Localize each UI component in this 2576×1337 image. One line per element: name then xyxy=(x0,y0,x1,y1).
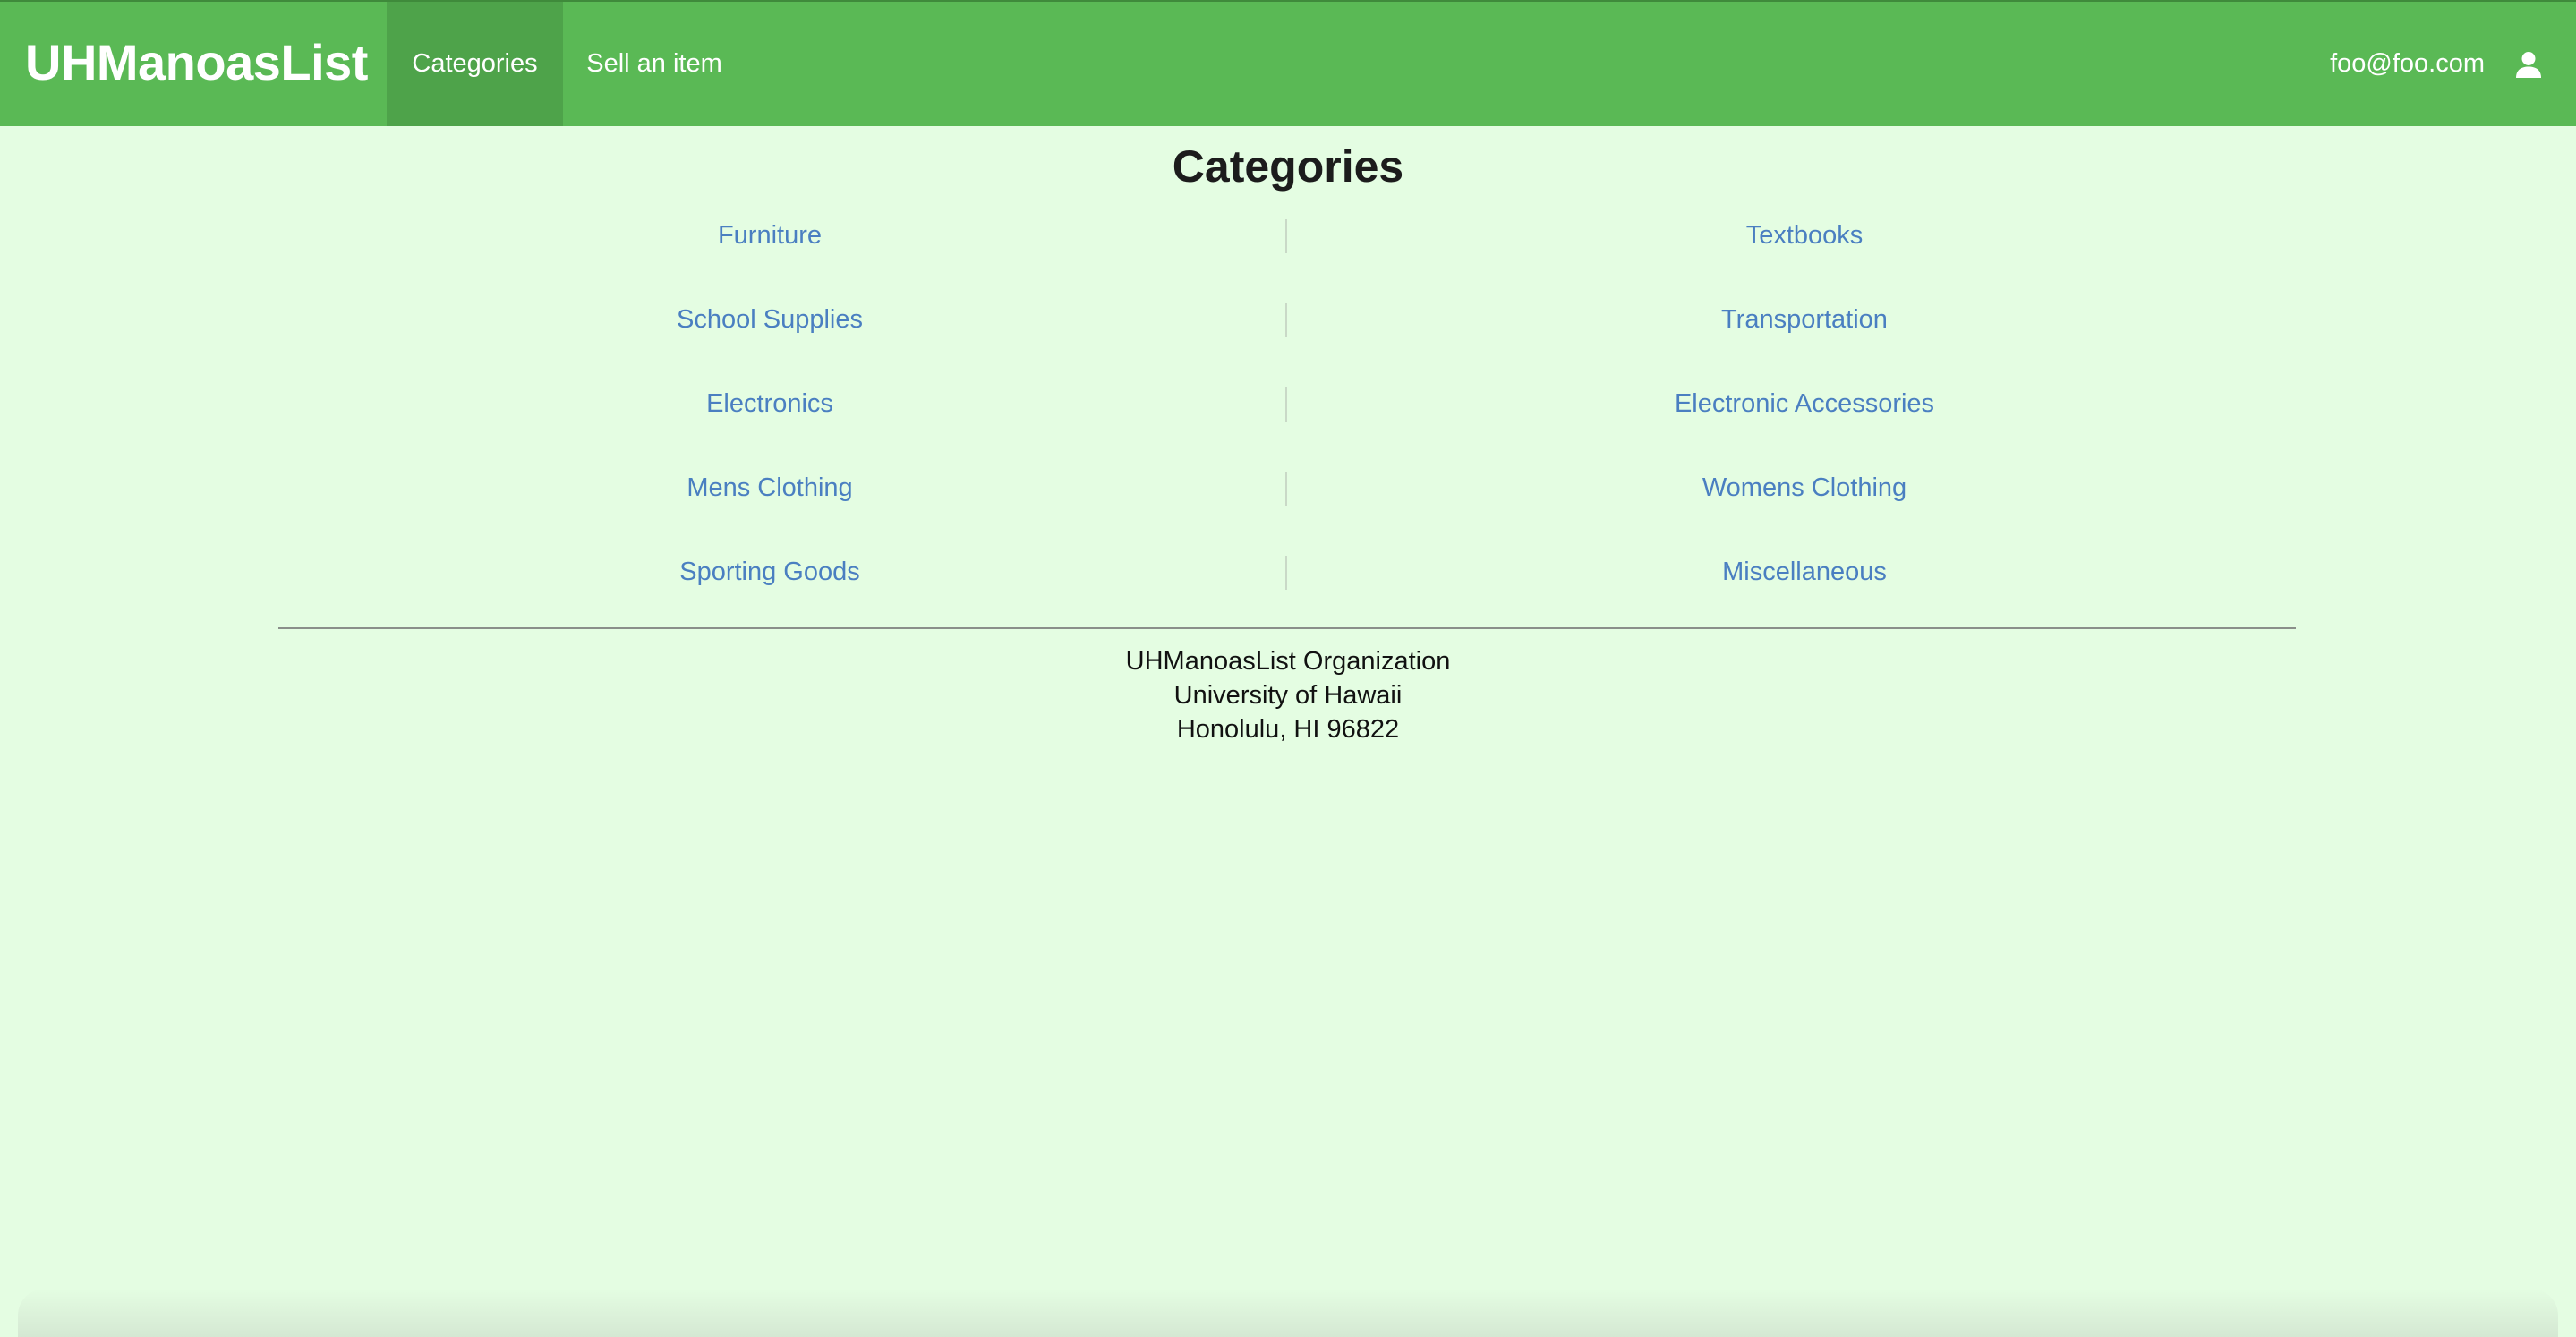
category-link-transportation[interactable]: Transportation xyxy=(1491,302,2118,337)
category-link-miscellaneous[interactable]: Miscellaneous xyxy=(1491,554,2118,590)
category-link-sporting-goods[interactable]: Sporting Goods xyxy=(456,554,1083,590)
category-link-electronic-accessories[interactable]: Electronic Accessories xyxy=(1491,386,2118,422)
category-link-school-supplies[interactable]: School Supplies xyxy=(456,302,1083,337)
footer-address: Honolulu, HI 96822 xyxy=(1176,715,1400,744)
page-title: Categories xyxy=(1172,141,1404,192)
window-bottom-shadow xyxy=(18,1289,2558,1337)
top-navbar: UHManoasList Categories Sell an item foo… xyxy=(0,0,2576,126)
category-divider xyxy=(1285,556,1287,590)
category-link-electronics[interactable]: Electronics xyxy=(456,386,1083,422)
category-link-textbooks[interactable]: Textbooks xyxy=(1491,217,2118,253)
category-divider xyxy=(1285,387,1287,422)
category-link-mens-clothing[interactable]: Mens Clothing xyxy=(456,470,1083,506)
category-divider xyxy=(1285,219,1287,253)
category-divider xyxy=(1285,472,1287,506)
brand-logo[interactable]: UHManoasList xyxy=(25,2,368,128)
footer-divider xyxy=(278,627,2296,629)
nav-sell-item-link[interactable]: Sell an item xyxy=(575,2,734,126)
footer-organization: UHManoasList Organization xyxy=(1125,647,1451,676)
nav-categories-link[interactable]: Categories xyxy=(387,2,563,126)
category-link-furniture[interactable]: Furniture xyxy=(456,217,1083,253)
user-icon[interactable] xyxy=(2515,51,2542,78)
category-divider xyxy=(1285,303,1287,337)
category-link-womens-clothing[interactable]: Womens Clothing xyxy=(1491,470,2118,506)
footer-university: University of Hawaii xyxy=(1173,681,1403,710)
user-menu-email[interactable]: foo@foo.com xyxy=(2330,2,2485,126)
